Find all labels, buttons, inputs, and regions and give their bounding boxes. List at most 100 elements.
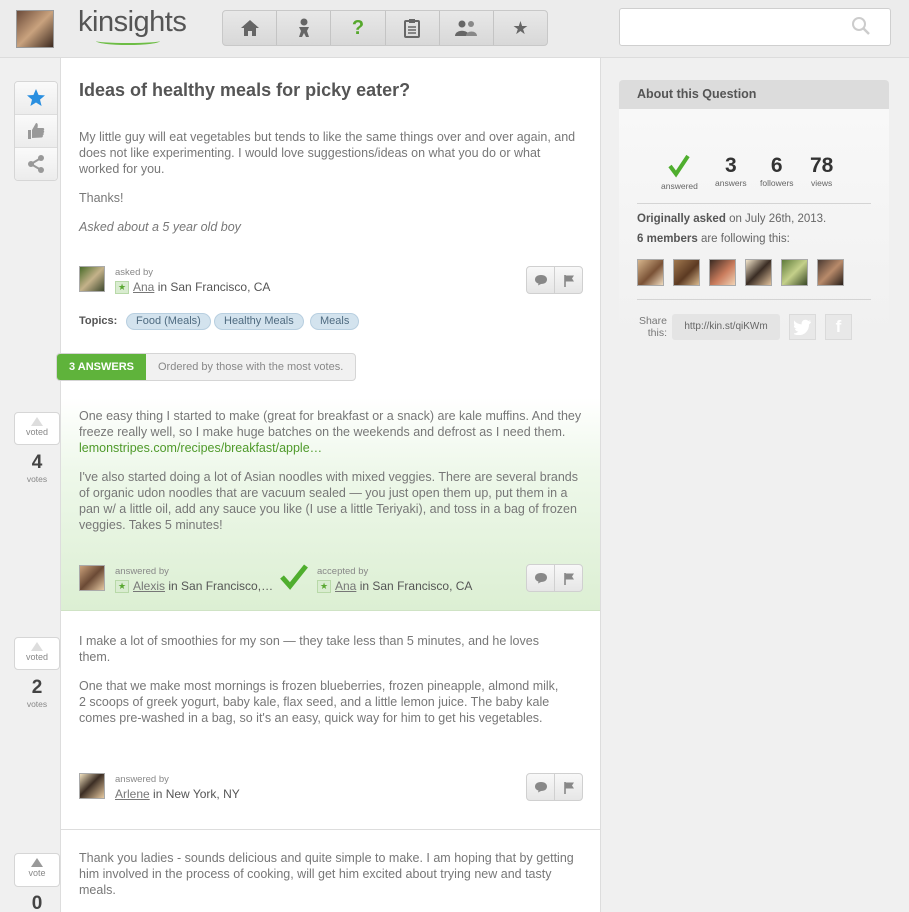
member-star-icon: ★ <box>317 580 331 594</box>
flag-icon[interactable] <box>555 565 582 591</box>
acceptor-link[interactable]: Ana <box>335 579 356 593</box>
facebook-icon[interactable]: f <box>825 314 852 340</box>
asker-avatar[interactable] <box>79 266 105 292</box>
answer-paragraph: One that we make most mornings is frozen… <box>79 679 559 725</box>
asker-location: in San Francisco, CA <box>157 280 271 294</box>
asked-date-value: on July 26th, 2013. <box>729 213 827 225</box>
asker-link[interactable]: Ana <box>133 280 154 294</box>
votes-label: votes <box>26 699 48 709</box>
acceptor-byline: accepted by ★ Ana in San Francisco, CA <box>317 566 473 594</box>
topic-tag[interactable]: Food (Meals) <box>126 313 211 330</box>
answers-sort-label[interactable]: Ordered by those with the most votes. <box>146 354 355 380</box>
stat-label: views <box>811 178 833 188</box>
question-thanks: Thanks! <box>79 191 124 205</box>
thumbs-up-icon[interactable] <box>15 115 57 148</box>
stat-answered: answered <box>661 154 698 191</box>
stat-value: 6 <box>770 154 783 177</box>
about-divider <box>637 203 871 204</box>
about-divider <box>637 299 871 300</box>
vote-count: 4 <box>31 452 43 473</box>
stat-value: 3 <box>724 154 737 177</box>
answer-paragraph: I've also started doing a lot of Asian n… <box>79 470 578 532</box>
asked-date: Originally asked on July 26th, 2013. <box>637 213 826 225</box>
kinsights-logo[interactable]: kinsights <box>78 6 187 39</box>
question-icon[interactable]: ? <box>331 11 386 45</box>
search-icon[interactable] <box>851 16 871 36</box>
answer-paragraph: One easy thing I started to make (great … <box>79 409 582 439</box>
main-nav: ? ★ <box>222 10 548 46</box>
share-label: Share this: <box>638 315 667 339</box>
topic-tag[interactable]: Meals <box>310 313 360 330</box>
question-tools <box>14 81 58 181</box>
comment-icon[interactable] <box>527 267 555 293</box>
vote-button[interactable]: voted <box>14 637 60 670</box>
member-star-icon: ★ <box>115 580 129 594</box>
twitter-icon[interactable] <box>789 314 816 340</box>
author-link[interactable]: Arlene <box>115 787 150 801</box>
answer-paragraph: I make a lot of smoothies for my son — t… <box>79 634 539 664</box>
author-location: in San Francisco,… <box>168 579 274 593</box>
follower-avatar[interactable] <box>637 259 664 286</box>
about-title: About this Question <box>619 80 889 109</box>
question-body: My little guy will eat vegetables but te… <box>79 130 576 176</box>
author-avatar[interactable] <box>79 773 105 799</box>
question-actions <box>526 266 583 294</box>
flag-icon[interactable] <box>555 774 582 800</box>
answers-header: 3 ANSWERS Ordered by those with the most… <box>56 353 357 381</box>
vote-label: vote <box>28 868 46 878</box>
people-icon[interactable] <box>440 11 494 45</box>
answered-check-icon <box>668 154 691 178</box>
stat-followers: 6 followers <box>760 154 794 188</box>
answer-text: One easy thing I started to make (great … <box>79 408 584 456</box>
vote-button[interactable]: vote <box>14 853 60 887</box>
share-icon[interactable] <box>15 148 57 180</box>
stat-label: followers <box>760 178 794 188</box>
upvote-arrow-icon <box>31 642 43 651</box>
vote-count: 2 <box>31 677 43 698</box>
answers-count: 3 ANSWERS <box>57 354 146 380</box>
favorite-star-icon[interactable] <box>15 82 57 115</box>
follower-avatar[interactable] <box>781 259 808 286</box>
acceptor-location: in San Francisco, CA <box>359 579 473 593</box>
stat-views: 78 views <box>810 154 833 188</box>
asked-prefix: Originally asked <box>637 213 726 225</box>
follower-avatar[interactable] <box>745 259 772 286</box>
topics-label: Topics: <box>79 315 118 327</box>
stat-label: answered <box>661 181 698 191</box>
author-byline: answered by Arlene in New York, NY <box>115 774 240 801</box>
votes-label: votes <box>26 474 48 484</box>
vote-button[interactable]: voted <box>14 412 60 445</box>
comment-icon[interactable] <box>527 774 555 800</box>
flag-icon[interactable] <box>555 267 582 293</box>
author-location: in New York, NY <box>153 787 240 801</box>
logo-swoosh <box>96 37 160 45</box>
vote-label: voted <box>25 652 49 662</box>
home-icon[interactable] <box>223 11 278 45</box>
follower-avatar[interactable] <box>817 259 844 286</box>
answered-by-label: answered by <box>115 566 169 577</box>
stat-label: answers <box>715 178 747 188</box>
author-avatar[interactable] <box>79 565 105 591</box>
top-bar: kinsights ? ★ <box>0 0 909 58</box>
comment-icon[interactable] <box>527 565 555 591</box>
asker-byline: asked by ★ Ana in San Francisco, CA <box>115 267 271 295</box>
question-title: Ideas of healthy meals for picky eater? <box>79 80 411 100</box>
asked-about: Asked about a 5 year old boy <box>79 220 241 234</box>
asked-by-label: asked by <box>115 267 154 278</box>
star-icon[interactable]: ★ <box>494 11 547 45</box>
user-avatar[interactable] <box>16 10 54 48</box>
author-link[interactable]: Alexis <box>133 579 165 593</box>
follower-avatar[interactable] <box>673 259 700 286</box>
vote-label: voted <box>25 427 49 437</box>
topic-tag[interactable]: Healthy Meals <box>214 313 304 330</box>
stat-value: 78 <box>810 154 834 177</box>
accepted-check-icon <box>280 564 308 590</box>
answer-actions <box>526 564 583 592</box>
recipe-link[interactable]: lemonstripes.com/recipes/breakfast/apple… <box>79 441 322 455</box>
author-byline: answered by ★ Alexis in San Francisco,… <box>115 566 274 594</box>
clipboard-icon[interactable] <box>386 11 440 45</box>
about-question-panel: About this Question answered 3 answers 6… <box>619 80 889 340</box>
follower-avatar[interactable] <box>709 259 736 286</box>
share-url[interactable]: http://kin.st/qiKWm <box>672 314 780 340</box>
child-icon[interactable] <box>277 11 332 45</box>
